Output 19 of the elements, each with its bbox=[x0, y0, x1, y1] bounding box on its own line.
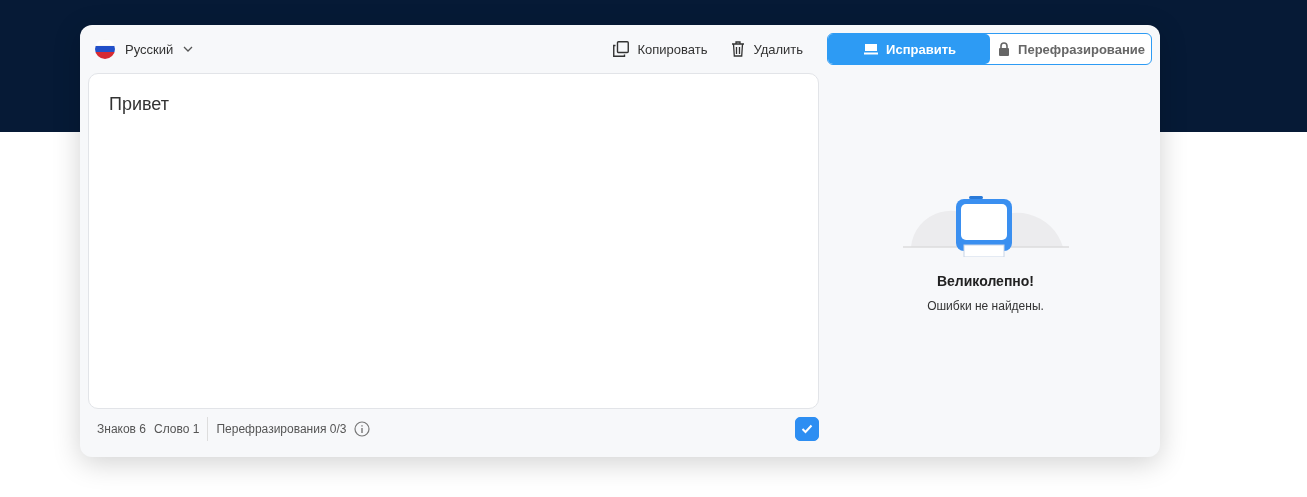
word-count: Слово 1 bbox=[154, 422, 200, 436]
laptop-icon bbox=[864, 43, 879, 55]
checkmark-icon bbox=[801, 424, 813, 434]
lock-icon bbox=[998, 42, 1011, 56]
paraphrase-count: Перефразирования 0/3 bbox=[216, 422, 347, 436]
character-count: Знаков 6 bbox=[97, 422, 146, 436]
trash-icon bbox=[731, 41, 746, 57]
language-selector[interactable]: Русский bbox=[95, 39, 194, 59]
copy-button[interactable]: Копировать bbox=[607, 37, 714, 61]
text-input-field[interactable]: Привет bbox=[88, 73, 819, 409]
chevron-down-icon bbox=[183, 46, 194, 52]
info-icon[interactable] bbox=[354, 421, 371, 437]
result-title: Великолепно! bbox=[936, 273, 1034, 289]
checkbox[interactable] bbox=[795, 417, 819, 441]
flag-icon bbox=[95, 39, 115, 59]
mode-tab[interactable]: Перефразирование bbox=[990, 34, 1151, 64]
delete-button[interactable]: Удалить bbox=[725, 37, 810, 61]
copy-icon bbox=[613, 41, 630, 57]
result-message: Ошибки не найдены. bbox=[927, 299, 1044, 313]
